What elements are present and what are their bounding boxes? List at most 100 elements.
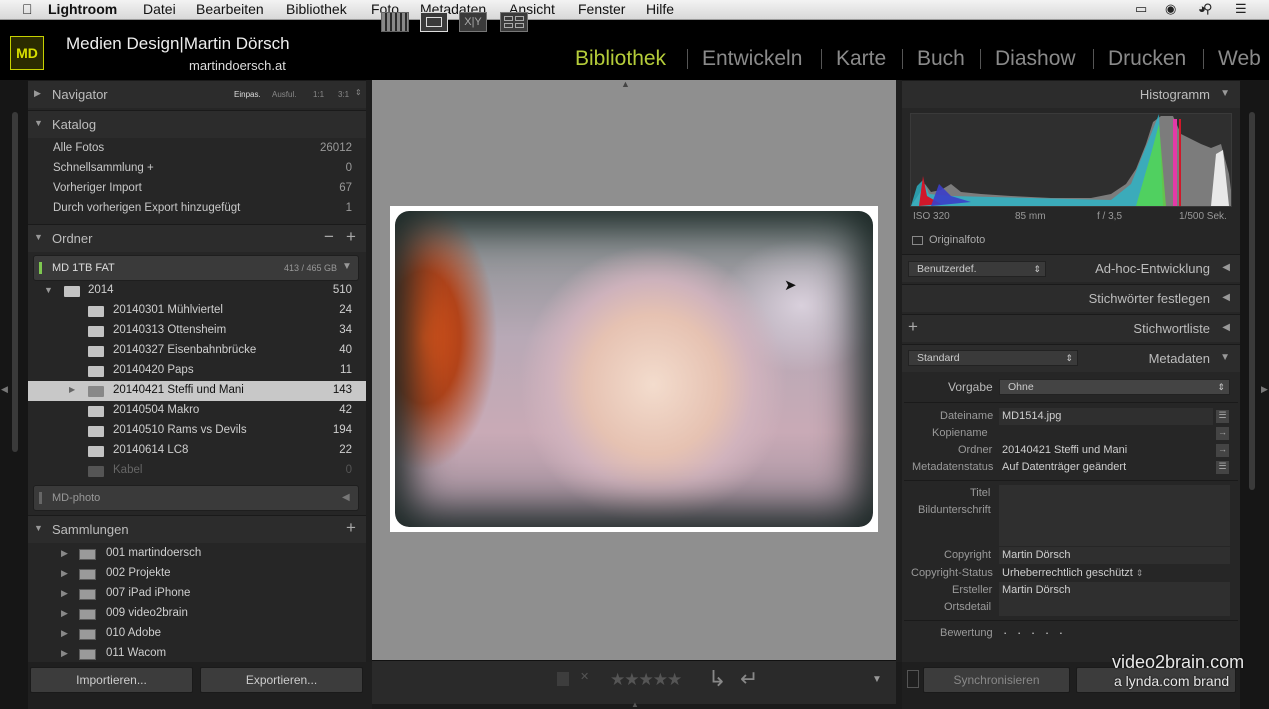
folder-collapse-icon[interactable]: ▼ <box>44 285 53 295</box>
folder-expand-icon[interactable]: ▶ <box>69 385 75 394</box>
copy-name-field[interactable] <box>999 425 1213 442</box>
folder-item[interactable]: 20140420 Paps 11 <box>28 361 366 381</box>
module-buch[interactable]: Buch <box>917 47 965 71</box>
zoom-1-1[interactable]: 1:1 <box>313 90 324 99</box>
katalog-item-vorheriger-export[interactable]: Durch vorherigen Export hinzugefügt 1 <box>28 199 366 219</box>
metadata-view-select[interactable]: Standard ⇕ <box>908 350 1078 366</box>
collection-set[interactable]: ▶ 007 iPad iPhone <box>28 584 366 604</box>
volume-md-1tb-fat[interactable]: MD 1TB FAT 413 / 465 GB ▼ <box>33 255 359 281</box>
sammlungen-header[interactable]: ▼ Sammlungen + <box>28 515 366 543</box>
expand-triangle-icon[interactable]: ▶ <box>61 568 68 579</box>
katalog-header[interactable]: ▼ Katalog <box>28 110 366 138</box>
katalog-item-schnellsammlung[interactable]: Schnellsammlung +0 <box>28 159 366 179</box>
title-field[interactable] <box>999 485 1230 502</box>
module-web[interactable]: Web <box>1218 47 1261 71</box>
menu-bibliothek[interactable]: Bibliothek <box>286 1 347 17</box>
import-button[interactable]: Importieren... <box>30 667 193 693</box>
module-entwickeln[interactable]: Entwickeln <box>702 47 802 71</box>
keyword-list-header[interactable]: + Stichwortliste ◀ <box>902 314 1240 342</box>
filmstrip-toggle-icon[interactable]: ▲ <box>631 700 639 709</box>
folder-item[interactable]: 20140327 Eisenbahnbrücke 40 <box>28 341 366 361</box>
zoom-3-1[interactable]: 3:1 <box>338 90 349 99</box>
menu-datei[interactable]: Datei <box>143 1 176 17</box>
zoom-fit[interactable]: Einpas. <box>234 90 261 99</box>
right-panel-toggle-icon[interactable]: ▶ <box>1261 384 1268 395</box>
collection-set[interactable]: ▶ 011 Wacom <box>28 644 366 662</box>
add-collection-icon[interactable]: + <box>346 518 356 538</box>
metadata-preset-select[interactable]: Ohne ⇕ <box>999 379 1230 395</box>
grid-view-icon[interactable] <box>381 12 409 32</box>
ordner-header[interactable]: ▼ Ordner − + <box>28 224 366 252</box>
volume-expand-icon[interactable]: ◀ <box>342 492 350 503</box>
expand-triangle-icon[interactable]: ▶ <box>61 588 68 599</box>
zoom-stepper-icon[interactable]: ⇕ <box>355 88 362 97</box>
katalog-item-alle-fotos[interactable]: Alle Fotos 26012 <box>28 139 366 159</box>
compare-view-icon[interactable]: X|Y <box>459 12 487 32</box>
creative-cloud-icon[interactable]: ◉ <box>1165 1 1176 17</box>
module-karte[interactable]: Karte <box>836 47 886 71</box>
folder-item[interactable]: 20140313 Ottensheim 34 <box>28 321 366 341</box>
module-diashow[interactable]: Diashow <box>995 47 1076 71</box>
keywording-header[interactable]: Stichwörter festlegen ◀ <box>902 284 1240 312</box>
rotate-left-icon[interactable]: ↳ <box>708 666 726 692</box>
toolbar-options-icon[interactable]: ▼ <box>872 674 882 685</box>
menu-hilfe[interactable]: Hilfe <box>646 1 674 17</box>
right-panel-scrollbar[interactable] <box>1249 112 1255 490</box>
go-to-folder-icon[interactable]: → <box>1216 444 1229 457</box>
apple-icon[interactable]:  <box>22 1 33 17</box>
top-panel-toggle-icon[interactable]: ▲ <box>621 79 630 89</box>
rotate-right-icon[interactable]: ↵ <box>740 666 758 692</box>
menu-bearbeiten[interactable]: Bearbeiten <box>196 1 264 17</box>
expand-triangle-icon[interactable]: ▶ <box>61 628 68 639</box>
metadata-status-icon[interactable]: ☰ <box>1216 461 1229 474</box>
saved-preset-select[interactable]: Benutzerdef. ⇕ <box>908 261 1046 277</box>
mirroring-icon[interactable]: ▭ <box>1135 1 1147 17</box>
module-drucken[interactable]: Drucken <box>1108 47 1186 71</box>
survey-view-icon[interactable] <box>500 12 528 32</box>
folder-2014[interactable]: ▼ 2014 510 <box>28 281 366 301</box>
original-photo-checkbox[interactable] <box>912 236 923 245</box>
remove-folder-icon[interactable]: − <box>324 227 334 247</box>
histogram-header[interactable]: Histogramm ▼ <box>902 80 1240 108</box>
histogram-graph[interactable] <box>910 113 1232 207</box>
left-panel-toggle-icon[interactable]: ◀ <box>1 384 8 395</box>
folder-item[interactable]: 20140510 Rams vs Devils 194 <box>28 421 366 441</box>
caption-field[interactable] <box>999 502 1230 546</box>
photo-frame[interactable] <box>390 206 878 532</box>
menu-app-lightroom[interactable]: Lightroom <box>48 1 117 17</box>
add-keyword-icon[interactable]: + <box>908 317 918 337</box>
expand-triangle-icon[interactable]: ▶ <box>61 608 68 619</box>
sync-metadata-button[interactable]: Synchronisieren <box>923 667 1070 693</box>
copyright-status-select[interactable]: Urheberrechtlich geschützt ⇕ <box>999 565 1230 582</box>
export-button[interactable]: Exportieren... <box>200 667 363 693</box>
navigator-header[interactable]: ▶ Navigator Einpas. Ausful. 1:1 3:1 ⇕ <box>28 80 366 108</box>
filename-field[interactable]: MD1514.jpg <box>999 408 1213 425</box>
creator-field[interactable]: Martin Dörsch <box>999 582 1230 599</box>
rating-stars[interactable]: · · · · · <box>1003 625 1066 640</box>
add-folder-icon[interactable]: + <box>346 227 356 247</box>
copyright-field[interactable]: Martin Dörsch <box>999 547 1230 564</box>
quick-develop-header[interactable]: Benutzerdef. ⇕ Ad-hoc-Entwicklung ◀ <box>902 254 1240 282</box>
flag-reject-icon[interactable]: ✕ <box>580 670 589 683</box>
zoom-fill[interactable]: Ausful. <box>272 90 296 99</box>
folder-item-missing[interactable]: Kabel 0 <box>28 461 366 481</box>
collection-set[interactable]: ▶ 009 video2brain <box>28 604 366 624</box>
notification-list-icon[interactable]: ☰ <box>1235 1 1247 17</box>
metadata-header[interactable]: Standard ⇕ Metadaten ▼ <box>902 344 1240 372</box>
expand-triangle-icon[interactable]: ▶ <box>61 548 68 559</box>
folder-item[interactable]: 20140614 LC8 22 <box>28 441 366 461</box>
folder-item-selected[interactable]: ▶ 20140421 Steffi und Mani 143 <box>28 381 366 401</box>
sync-settings-toggle[interactable] <box>907 670 919 688</box>
loupe-view-icon[interactable] <box>420 12 448 32</box>
rename-list-icon[interactable]: ☰ <box>1216 410 1229 423</box>
star-rating-icon[interactable]: ★★★★★ <box>610 670 682 690</box>
location-detail-field[interactable] <box>999 599 1230 616</box>
expand-triangle-icon[interactable]: ▶ <box>61 648 68 659</box>
search-icon[interactable]: ⚲ <box>1203 1 1213 17</box>
volume-md-photo[interactable]: MD-photo ◀ <box>33 485 359 511</box>
folder-item[interactable]: 20140301 Mühlviertel 24 <box>28 301 366 321</box>
collection-set[interactable]: ▶ 002 Projekte <box>28 564 366 584</box>
menu-fenster[interactable]: Fenster <box>578 1 625 17</box>
volume-collapse-icon[interactable]: ▼ <box>342 261 352 272</box>
module-bibliothek[interactable]: Bibliothek <box>575 47 666 71</box>
